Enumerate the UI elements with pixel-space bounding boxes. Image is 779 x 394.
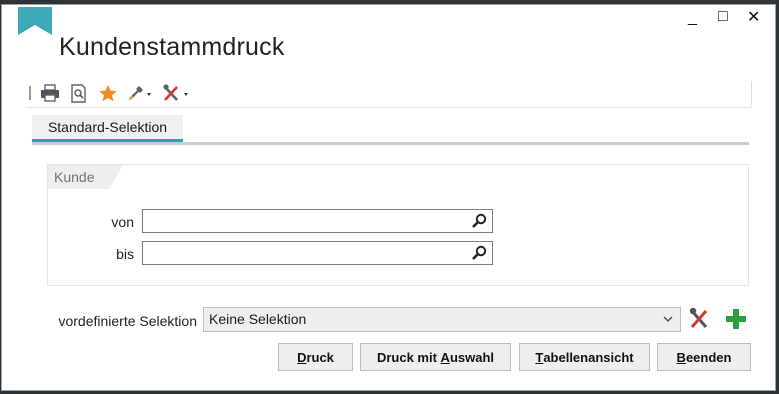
selektion-dropdown[interactable]: Keine Selektion: [203, 307, 681, 332]
preview-icon[interactable]: [70, 83, 88, 103]
search-icon[interactable]: [471, 213, 487, 234]
bis-label: bis: [116, 246, 134, 262]
bis-field[interactable]: [142, 241, 493, 265]
dialog-window: _ □ ✕ Kundenstammdruck Standard-Selektio…: [1, 4, 776, 391]
toolbar: [26, 81, 752, 108]
toolbar-grip[interactable]: [29, 86, 31, 100]
toolbar-separator: [751, 81, 752, 105]
brush-dropdown-icon[interactable]: [126, 83, 154, 103]
maximize-button[interactable]: □: [718, 9, 728, 25]
tab-strip-line: [32, 142, 749, 145]
window-title: Kundenstammdruck: [59, 33, 285, 61]
selektion-value: Keine Selektion: [209, 311, 307, 327]
toolbar-divider: [26, 107, 752, 108]
minimize-button[interactable]: _: [688, 10, 697, 26]
tab-standard-selektion[interactable]: Standard-Selektion: [32, 115, 183, 142]
favorite-star-icon[interactable]: [98, 83, 118, 103]
tabellenansicht-button[interactable]: Tabellenansicht: [519, 343, 650, 371]
add-icon[interactable]: [725, 308, 747, 335]
chevron-down-icon[interactable]: [662, 308, 674, 339]
von-label: von: [111, 214, 134, 230]
close-button[interactable]: ✕: [747, 10, 760, 26]
tools-dropdown-icon[interactable]: [162, 83, 192, 103]
vordefinierte-selektion-label: vordefinierte Selektion: [58, 313, 197, 329]
druck-button[interactable]: Druck: [278, 343, 353, 371]
bookmark-icon[interactable]: [18, 7, 52, 35]
printer-icon[interactable]: [40, 83, 60, 103]
von-field[interactable]: [142, 209, 493, 233]
group-legend: Kunde: [48, 165, 130, 189]
beenden-button[interactable]: Beenden: [657, 343, 751, 371]
druck-mit-auswahl-button[interactable]: Druck mit Auswahl: [360, 343, 511, 371]
tools-icon[interactable]: [688, 307, 710, 336]
search-icon[interactable]: [471, 245, 487, 266]
